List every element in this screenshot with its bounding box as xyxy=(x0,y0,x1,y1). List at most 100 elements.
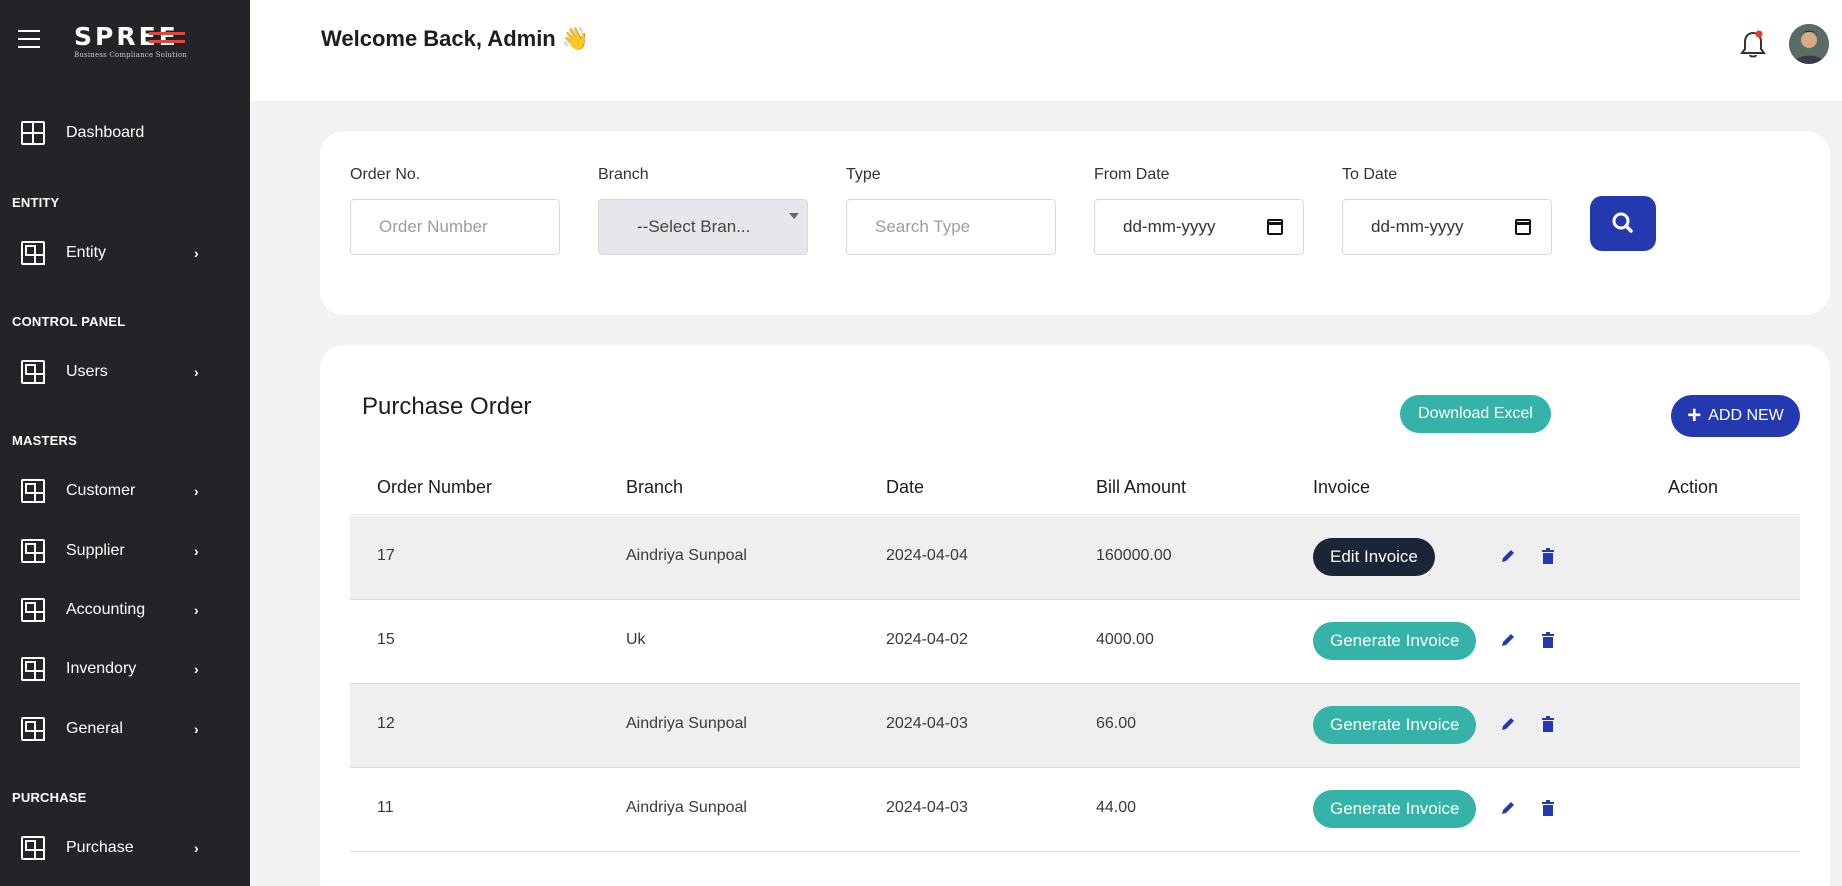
type-label: Type xyxy=(846,166,881,183)
branch-cell: Aindriya Sunpoal xyxy=(626,799,747,816)
dashboard-icon xyxy=(21,121,45,145)
sidebar-item-users[interactable]: Users › xyxy=(0,352,250,392)
sidebar-item-label: Supplier xyxy=(66,542,125,559)
from-date-input[interactable]: dd-mm-yyyy xyxy=(1094,199,1304,255)
filter-panel: Order No. Order Number Branch --Select B… xyxy=(320,131,1830,315)
sidebar-item-label: General xyxy=(66,720,123,737)
sidebar-item-general[interactable]: General › xyxy=(0,709,250,749)
customer-icon xyxy=(21,479,45,503)
hamburger-menu-icon[interactable] xyxy=(18,30,40,48)
top-header: Welcome Back, Admin 👋 xyxy=(250,0,1842,101)
logo-tagline: Business Compliance Solution xyxy=(74,51,187,59)
branch-cell: Aindriya Sunpoal xyxy=(626,715,747,732)
panel-title: Purchase Order xyxy=(362,393,532,420)
delete-icon[interactable] xyxy=(1540,631,1556,649)
branch-select[interactable]: --Select Bran... xyxy=(598,199,808,255)
chevron-right-icon: › xyxy=(194,661,199,677)
search-button[interactable] xyxy=(1590,196,1656,251)
column-header: Bill Amount xyxy=(1096,477,1187,497)
to-date-input[interactable]: dd-mm-yyyy xyxy=(1342,199,1552,255)
generate-invoice-button[interactable]: Generate Invoice xyxy=(1313,622,1477,660)
column-header: Branch xyxy=(626,477,684,497)
sidebar-item-dashboard[interactable]: Dashboard xyxy=(0,113,250,153)
bill-amount-cell: 160000.00 xyxy=(1096,547,1172,564)
column-header: Date xyxy=(886,477,925,497)
calendar-icon[interactable] xyxy=(1515,219,1531,235)
generate-invoice-button[interactable]: Generate Invoice xyxy=(1313,790,1477,828)
from-date-label: From Date xyxy=(1094,166,1170,183)
accounting-icon xyxy=(21,598,45,622)
date-cell: 2024-04-03 xyxy=(886,799,968,816)
logo-accent-bar xyxy=(148,32,185,43)
order-no-label: Order No. xyxy=(350,166,421,183)
chevron-right-icon: › xyxy=(194,245,199,261)
sidebar-item-label: Accounting xyxy=(66,601,146,618)
branch-cell: Aindriya Sunpoal xyxy=(626,547,747,564)
to-date-value: dd-mm-yyyy xyxy=(1371,217,1464,236)
sidebar-item-purchase[interactable]: Purchase › xyxy=(0,828,250,868)
sidebar-item-entity[interactable]: Entity › xyxy=(0,233,250,273)
edit-icon[interactable] xyxy=(1500,716,1516,732)
search-type-input[interactable]: Search Type xyxy=(846,199,1056,255)
welcome-title: Welcome Back, Admin 👋 xyxy=(321,26,590,51)
date-cell: 2024-04-04 xyxy=(886,547,968,564)
sidebar-item-label: Customer xyxy=(66,482,136,499)
download-excel-button[interactable]: Download Excel xyxy=(1400,395,1551,433)
sidebar-item-label: Users xyxy=(66,363,108,380)
user-avatar[interactable] xyxy=(1789,24,1829,64)
edit-icon[interactable] xyxy=(1500,548,1516,564)
delete-icon[interactable] xyxy=(1540,799,1556,817)
bill-amount-cell: 66.00 xyxy=(1096,715,1137,732)
table-row: 17 Aindriya Sunpoal 2024-04-04 160000.00… xyxy=(350,516,1800,600)
delete-icon[interactable] xyxy=(1540,715,1556,733)
calendar-icon[interactable] xyxy=(1267,219,1283,235)
add-new-label: ADD NEW xyxy=(1708,407,1784,424)
caret-down-icon xyxy=(789,213,799,219)
chevron-right-icon: › xyxy=(194,364,199,380)
general-icon xyxy=(21,717,45,741)
section-masters: MASTERS xyxy=(12,433,77,448)
branch-select-value: --Select Bran... xyxy=(637,217,751,236)
date-cell: 2024-04-03 xyxy=(886,715,968,732)
chevron-right-icon: › xyxy=(194,483,199,499)
sidebar-item-accounting[interactable]: Accounting › xyxy=(0,590,250,630)
to-date-label: To Date xyxy=(1342,166,1398,183)
sidebar: SPREE Business Compliance Solution Dashb… xyxy=(0,0,250,886)
chevron-right-icon: › xyxy=(194,721,199,737)
brand-area: SPREE Business Compliance Solution xyxy=(0,0,250,82)
logo[interactable]: SPREE Business Compliance Solution xyxy=(74,24,187,60)
users-icon xyxy=(21,360,45,384)
sidebar-item-label: Entity xyxy=(66,244,107,261)
table-row: 15 Uk 2024-04-02 4000.00 Generate Invoic… xyxy=(350,600,1800,684)
avatar-image xyxy=(1789,24,1829,64)
edit-invoice-button[interactable]: Edit Invoice xyxy=(1313,538,1435,576)
section-entity: ENTITY xyxy=(12,195,60,210)
from-date-value: dd-mm-yyyy xyxy=(1123,217,1216,236)
bill-amount-cell: 44.00 xyxy=(1096,799,1137,816)
edit-icon[interactable] xyxy=(1500,632,1516,648)
column-header: Invoice xyxy=(1313,477,1371,497)
inventory-icon xyxy=(21,657,45,681)
sidebar-item-customer[interactable]: Customer › xyxy=(0,471,250,511)
edit-icon[interactable] xyxy=(1500,800,1516,816)
purchase-icon xyxy=(21,836,45,860)
column-header: Action xyxy=(1668,477,1719,497)
order-number-input[interactable]: Order Number xyxy=(350,199,560,255)
search-icon xyxy=(1612,212,1633,233)
section-control-panel: CONTROL PANEL xyxy=(12,314,126,329)
supplier-icon xyxy=(21,539,45,563)
branch-cell: Uk xyxy=(626,631,646,648)
sidebar-item-supplier[interactable]: Supplier › xyxy=(0,531,250,571)
delete-icon[interactable] xyxy=(1540,547,1556,565)
chevron-right-icon: › xyxy=(194,543,199,559)
generate-invoice-button[interactable]: Generate Invoice xyxy=(1313,706,1477,744)
order-number-cell: 12 xyxy=(377,715,395,732)
notification-bell-icon[interactable] xyxy=(1739,29,1767,59)
plus-icon: + xyxy=(1687,402,1702,429)
purchase-order-panel: Purchase Order Download Excel + ADD NEW … xyxy=(320,345,1830,886)
column-header: Order Number xyxy=(377,477,493,497)
add-new-button[interactable]: + ADD NEW xyxy=(1671,395,1800,437)
sidebar-item-inventory[interactable]: Invendory › xyxy=(0,649,250,689)
sidebar-item-label: Dashboard xyxy=(66,124,145,141)
order-number-cell: 17 xyxy=(377,547,395,564)
